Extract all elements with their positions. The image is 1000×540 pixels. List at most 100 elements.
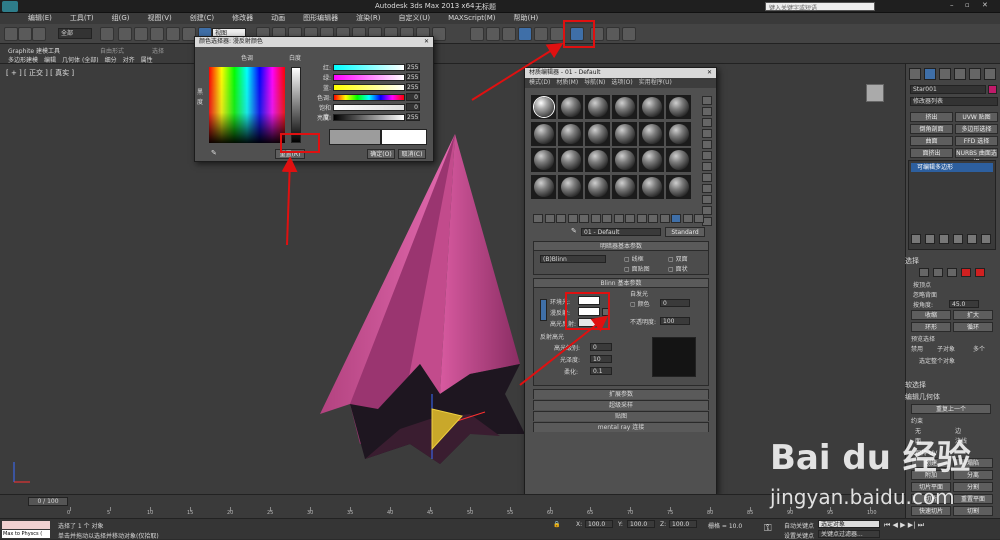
- shader-dropdown[interactable]: (B)Blinn: [540, 255, 606, 263]
- viewcube-icon[interactable]: [866, 84, 884, 102]
- selection-level-icon[interactable]: [919, 268, 929, 277]
- modifier-list-dropdown[interactable]: 修改器列表: [910, 97, 998, 106]
- slider-value-field[interactable]: 255: [406, 83, 420, 91]
- face-map-checkbox[interactable]: ▢ 面贴图: [624, 264, 650, 273]
- ribbon-tab-freeform[interactable]: 自由形式: [100, 46, 124, 55]
- shrink-button[interactable]: 收缩: [911, 310, 951, 320]
- menu-item[interactable]: 视图(V): [148, 14, 172, 22]
- ribbon-subtab[interactable]: 细分: [105, 57, 117, 64]
- modifier-button[interactable]: 多边形选择: [955, 124, 998, 134]
- x-coordinate-field[interactable]: 100.0: [585, 520, 613, 528]
- ribbon-subtab[interactable]: 编辑: [44, 57, 56, 64]
- material-side-button[interactable]: [702, 107, 712, 116]
- material-tool-button[interactable]: [694, 214, 704, 223]
- selected-set-dropdown[interactable]: 选定对象: [818, 520, 880, 528]
- sample-slot[interactable]: [585, 148, 610, 172]
- material-menu-item[interactable]: 导航(N): [584, 79, 605, 86]
- pick-material-icon[interactable]: ✎: [571, 227, 577, 235]
- whiteness-bar[interactable]: [291, 67, 301, 143]
- color-slider[interactable]: [333, 94, 405, 101]
- material-type-button[interactable]: Standard: [665, 227, 705, 237]
- material-side-button[interactable]: [702, 96, 712, 105]
- sample-slot[interactable]: [531, 121, 556, 146]
- material-side-button[interactable]: [702, 184, 712, 193]
- modifier-button[interactable]: 挤出: [910, 112, 953, 122]
- maxscript-listener[interactable]: [2, 521, 50, 529]
- material-tool-button[interactable]: [567, 214, 578, 223]
- opacity-field[interactable]: 100: [660, 317, 690, 325]
- time-slider[interactable]: 0 / 100: [28, 497, 68, 506]
- closed-rollout[interactable]: 贴图: [533, 411, 709, 421]
- material-side-button[interactable]: [702, 118, 712, 127]
- menu-item[interactable]: 渲染(R): [356, 14, 380, 22]
- material-tool-button[interactable]: [682, 214, 693, 223]
- playback-controls[interactable]: ⏮ ◀ ▶ ▶| ⏭: [884, 521, 924, 530]
- ribbon-tab-selection[interactable]: 选择: [152, 46, 164, 55]
- command-tab-icon[interactable]: [909, 68, 921, 80]
- maximize-icon[interactable]: ▫: [965, 1, 970, 9]
- sample-slot[interactable]: [558, 174, 583, 199]
- toolbar-button[interactable]: [470, 27, 484, 41]
- ribbon-subtab[interactable]: 属性: [141, 57, 153, 64]
- color-slider[interactable]: [333, 74, 405, 81]
- sample-slot[interactable]: [558, 148, 583, 172]
- menu-item[interactable]: 创建(C): [190, 14, 214, 22]
- sample-slot[interactable]: [531, 174, 556, 199]
- sample-slot[interactable]: [585, 95, 610, 119]
- subobject-icon[interactable]: [953, 234, 963, 244]
- ring-button[interactable]: 环形: [911, 322, 951, 332]
- sample-slot[interactable]: [612, 121, 637, 146]
- shader-rollout-header[interactable]: 明暗器基本参数: [534, 242, 708, 251]
- closed-rollout[interactable]: 扩展参数: [533, 389, 709, 399]
- star-cone-object[interactable]: [320, 134, 525, 464]
- material-tool-button[interactable]: [636, 214, 647, 223]
- close-icon[interactable]: ✕: [424, 37, 429, 47]
- grow-button[interactable]: 扩大: [953, 310, 993, 320]
- menu-item[interactable]: 编辑(E): [28, 14, 52, 22]
- material-menu-item[interactable]: 选项(O): [611, 79, 632, 86]
- ignore-backfacing-checkbox[interactable]: 忽略背面: [913, 290, 937, 299]
- material-tool-button[interactable]: [671, 214, 681, 223]
- toolbar-button[interactable]: [32, 27, 46, 41]
- toolbar-button[interactable]: [502, 27, 516, 41]
- repeat-last-button[interactable]: 重复上一个: [911, 404, 991, 414]
- slider-value-field[interactable]: 0: [406, 103, 420, 111]
- sample-slot[interactable]: [558, 121, 583, 146]
- slider-value-field[interactable]: 0: [406, 93, 420, 101]
- sample-slot[interactable]: [666, 174, 691, 199]
- material-tool-button[interactable]: [602, 214, 612, 223]
- toolbar-button[interactable]: [606, 27, 620, 41]
- close-icon[interactable]: ✕: [982, 1, 988, 9]
- material-menu-item[interactable]: 实用程序(U): [639, 79, 672, 86]
- subobject-icon[interactable]: [911, 234, 921, 244]
- blinn-rollout-header[interactable]: Blinn 基本参数: [534, 279, 708, 288]
- slider-value-field[interactable]: 255: [406, 63, 420, 71]
- toolbar-button[interactable]: [118, 27, 132, 41]
- sample-slot[interactable]: [639, 121, 664, 146]
- sample-slot[interactable]: [639, 148, 664, 172]
- material-tool-button[interactable]: [613, 214, 624, 223]
- modifier-button[interactable]: 倒角剖面: [910, 124, 953, 134]
- ribbon-subtab[interactable]: 多边形建模: [8, 57, 38, 64]
- sample-slot[interactable]: [585, 121, 610, 146]
- material-tool-button[interactable]: [533, 214, 543, 223]
- modifier-button[interactable]: FFD 选择: [955, 136, 998, 146]
- subobject-icon[interactable]: [925, 234, 935, 244]
- selection-level-icon[interactable]: [933, 268, 943, 277]
- subobject-icon[interactable]: [939, 234, 949, 244]
- self-illum-color-checkbox[interactable]: ▢ 颜色: [630, 299, 650, 308]
- sample-slot[interactable]: [531, 95, 556, 119]
- toolbar-button[interactable]: [432, 27, 446, 41]
- modifier-button[interactable]: 曲面: [910, 136, 953, 146]
- object-name-field[interactable]: Star001: [910, 85, 986, 94]
- menu-item[interactable]: 图形编辑器: [303, 14, 338, 22]
- selection-filter-dropdown[interactable]: 全部: [58, 28, 92, 39]
- key-filter-button[interactable]: 关键点过滤器...: [818, 530, 880, 538]
- wire-checkbox[interactable]: ▢ 线框: [624, 254, 644, 263]
- slider-value-field[interactable]: 255: [406, 73, 420, 81]
- app-logo-icon[interactable]: [2, 1, 18, 12]
- material-menu-item[interactable]: 材质(M): [556, 79, 578, 86]
- menu-item[interactable]: 工具(T): [70, 14, 94, 22]
- preview-subobject-radio[interactable]: 子对象: [937, 344, 955, 353]
- y-coordinate-field[interactable]: 100.0: [627, 520, 655, 528]
